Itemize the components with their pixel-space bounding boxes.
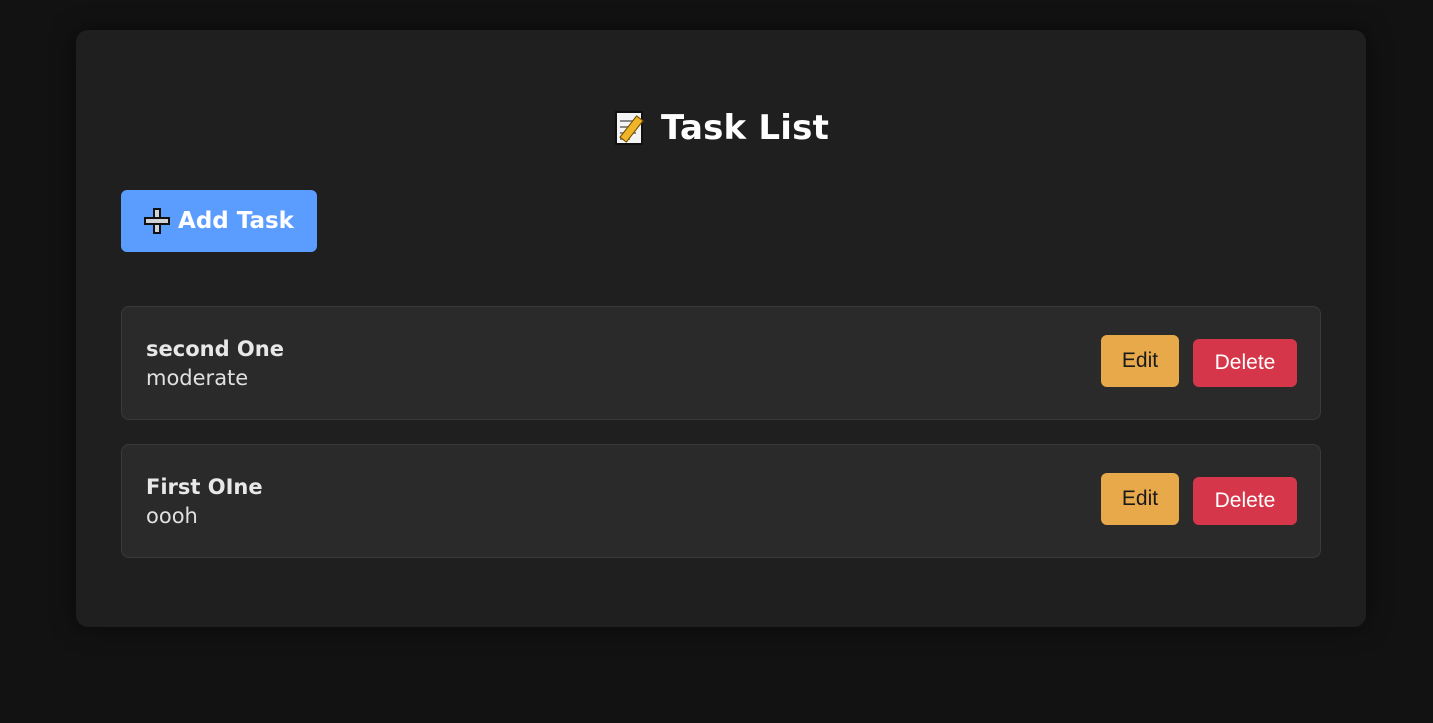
task-description: oooh (146, 504, 198, 528)
task-list-card: Task List Add Task second One moderate E… (76, 30, 1366, 627)
edit-button[interactable]: Edit (1101, 473, 1179, 525)
task-title: First OIne (146, 475, 263, 499)
page-header: Task List (76, 108, 1366, 148)
task-text: second One moderate (146, 335, 284, 393)
delete-button[interactable]: Delete (1193, 477, 1297, 525)
task-description: moderate (146, 366, 249, 390)
task-title: second One (146, 337, 284, 361)
delete-button[interactable]: Delete (1193, 339, 1297, 387)
page-title: Task List (660, 108, 830, 148)
task-item: First OIne oooh Edit Delete (121, 444, 1321, 558)
memo-icon (613, 109, 647, 147)
add-task-button[interactable]: Add Task (121, 190, 317, 252)
task-item: second One moderate Edit Delete (121, 306, 1321, 420)
edit-button[interactable]: Edit (1101, 335, 1179, 387)
add-task-label: Add Task (178, 208, 294, 234)
plus-icon (144, 208, 171, 234)
task-text: First OIne oooh (146, 473, 263, 531)
